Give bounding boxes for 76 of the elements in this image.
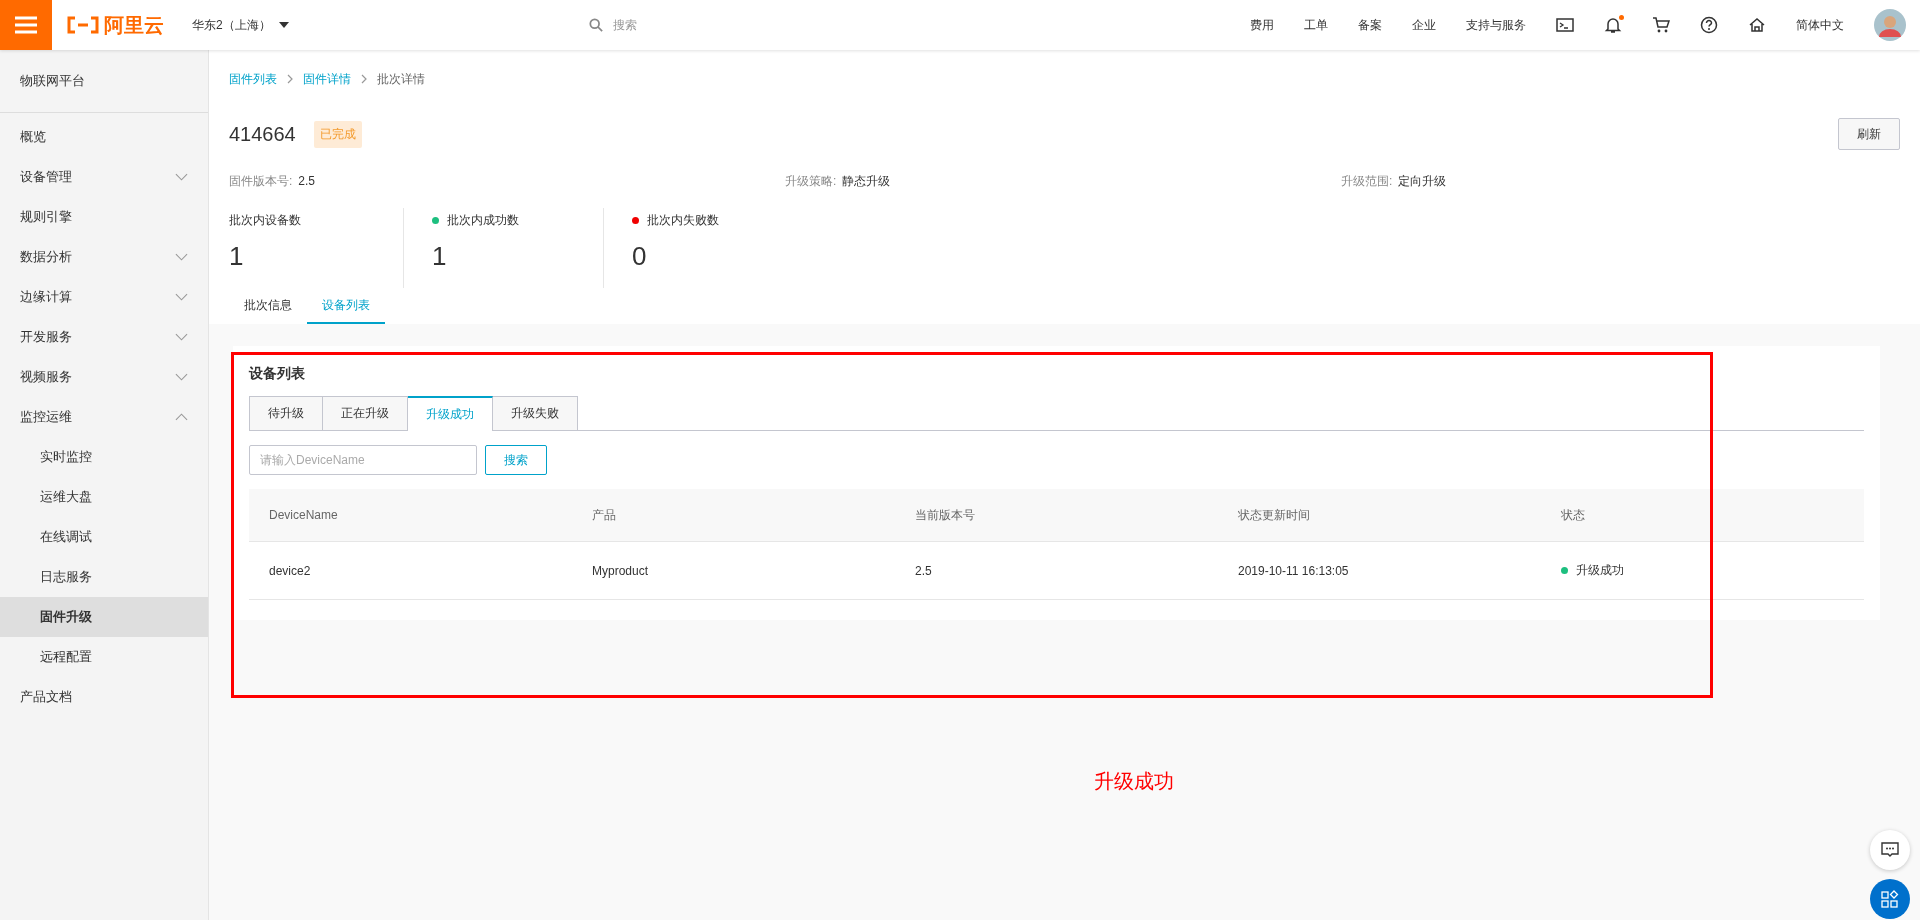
- status-text: 升级成功: [1576, 562, 1624, 579]
- apps-icon: [1881, 890, 1899, 908]
- nav-link[interactable]: 企业: [1412, 16, 1436, 34]
- logo-icon: [66, 16, 100, 34]
- chevron-icon: [175, 333, 188, 341]
- info-field: 固件版本号: 2.5: [229, 173, 316, 188]
- chevron-icon: [175, 293, 188, 301]
- menu-icon: [15, 16, 37, 34]
- sidebar-subitem[interactable]: 运维大盘: [0, 477, 208, 517]
- stat-label: 批次内失败数: [647, 212, 719, 229]
- sidebar-subitem[interactable]: 实时监控: [0, 437, 208, 477]
- tab[interactable]: 正在升级: [323, 396, 408, 430]
- info-field: 升级策略: 静态升级: [785, 173, 891, 188]
- status-badge: 已完成: [313, 120, 362, 148]
- tab[interactable]: 待升级: [249, 396, 323, 430]
- info-field: 升级范围: 定向升级: [1341, 173, 1447, 188]
- tab[interactable]: 批次信息: [229, 288, 307, 324]
- region-dropdown[interactable]: 华东2（上海）: [192, 16, 289, 34]
- terminal-icon[interactable]: [1556, 17, 1574, 33]
- sidebar-item[interactable]: 设备管理: [0, 157, 208, 197]
- chat-button[interactable]: [1870, 830, 1910, 870]
- sidebar-item[interactable]: 产品文档: [0, 677, 208, 717]
- chevron-right-icon: [287, 74, 293, 84]
- sidebar-title: 物联网平台: [20, 72, 85, 90]
- stat-value: 0: [632, 241, 647, 272]
- sidebar-item[interactable]: 数据分析: [0, 237, 208, 277]
- sidebar-item[interactable]: 规则引擎: [0, 197, 208, 237]
- batch-title: 414664: [229, 122, 296, 146]
- chevron-icon: [175, 413, 188, 421]
- column-header: 状态: [1561, 506, 1585, 524]
- table-cell: device2: [269, 563, 311, 578]
- sidebar-item[interactable]: 边缘计算: [0, 277, 208, 317]
- chevron-icon: [175, 373, 188, 381]
- menu-button[interactable]: [0, 0, 52, 50]
- chevron-right-icon: [361, 74, 367, 84]
- sidebar-item[interactable]: 概览: [0, 117, 208, 157]
- avatar-icon[interactable]: [1874, 9, 1906, 41]
- search-field[interactable]: 请输入DeviceName: [249, 445, 477, 475]
- search-icon: [588, 18, 603, 32]
- column-header: 当前版本号: [915, 506, 975, 524]
- caret-icon: [278, 22, 289, 28]
- tab[interactable]: 升级失败: [493, 396, 578, 430]
- chevron-icon: [175, 173, 188, 181]
- refresh-button[interactable]: 刷新: [1838, 118, 1900, 150]
- sidebar-subitem[interactable]: 固件升级: [0, 597, 208, 637]
- table-cell: 2.5: [915, 563, 932, 578]
- stat-value: 1: [432, 241, 447, 272]
- stat-label: 批次内设备数: [229, 212, 301, 229]
- table-cell: 2019-10-11 16:13:05: [1238, 563, 1349, 578]
- stat-label: 批次内成功数: [447, 212, 519, 229]
- apps-button[interactable]: [1870, 879, 1910, 919]
- bell-icon[interactable]: [1604, 16, 1622, 34]
- chat-icon: [1881, 842, 1899, 858]
- nav-link[interactable]: 工单: [1304, 16, 1328, 34]
- nav-link[interactable]: 支持与服务: [1466, 16, 1526, 34]
- table-cell: Myproduct: [592, 563, 649, 578]
- annotation-text: 升级成功: [1094, 769, 1174, 794]
- cart-icon[interactable]: [1652, 16, 1670, 34]
- home-icon[interactable]: [1748, 16, 1766, 34]
- stat-value: 1: [229, 241, 244, 272]
- column-header: 产品: [592, 506, 616, 524]
- nav-link[interactable]: 简体中文: [1796, 16, 1844, 34]
- sidebar-subitem[interactable]: 在线调试: [0, 517, 208, 557]
- nav-link[interactable]: 费用: [1250, 16, 1274, 34]
- sidebar-item[interactable]: 开发服务: [0, 317, 208, 357]
- chevron-icon: [175, 253, 188, 261]
- nav-link[interactable]: 备案: [1358, 16, 1382, 34]
- sidebar-subitem[interactable]: 日志服务: [0, 557, 208, 597]
- sidebar-item[interactable]: 视频服务: [0, 357, 208, 397]
- column-header: 状态更新时间: [1238, 506, 1310, 524]
- sidebar-item[interactable]: 监控运维: [0, 397, 208, 437]
- help-icon[interactable]: [1700, 16, 1718, 34]
- column-header: DeviceName: [269, 508, 338, 522]
- sidebar-subitem[interactable]: 远程配置: [0, 637, 208, 677]
- card-title: 设备列表: [249, 365, 305, 383]
- logo-text: 阿里云: [104, 12, 164, 38]
